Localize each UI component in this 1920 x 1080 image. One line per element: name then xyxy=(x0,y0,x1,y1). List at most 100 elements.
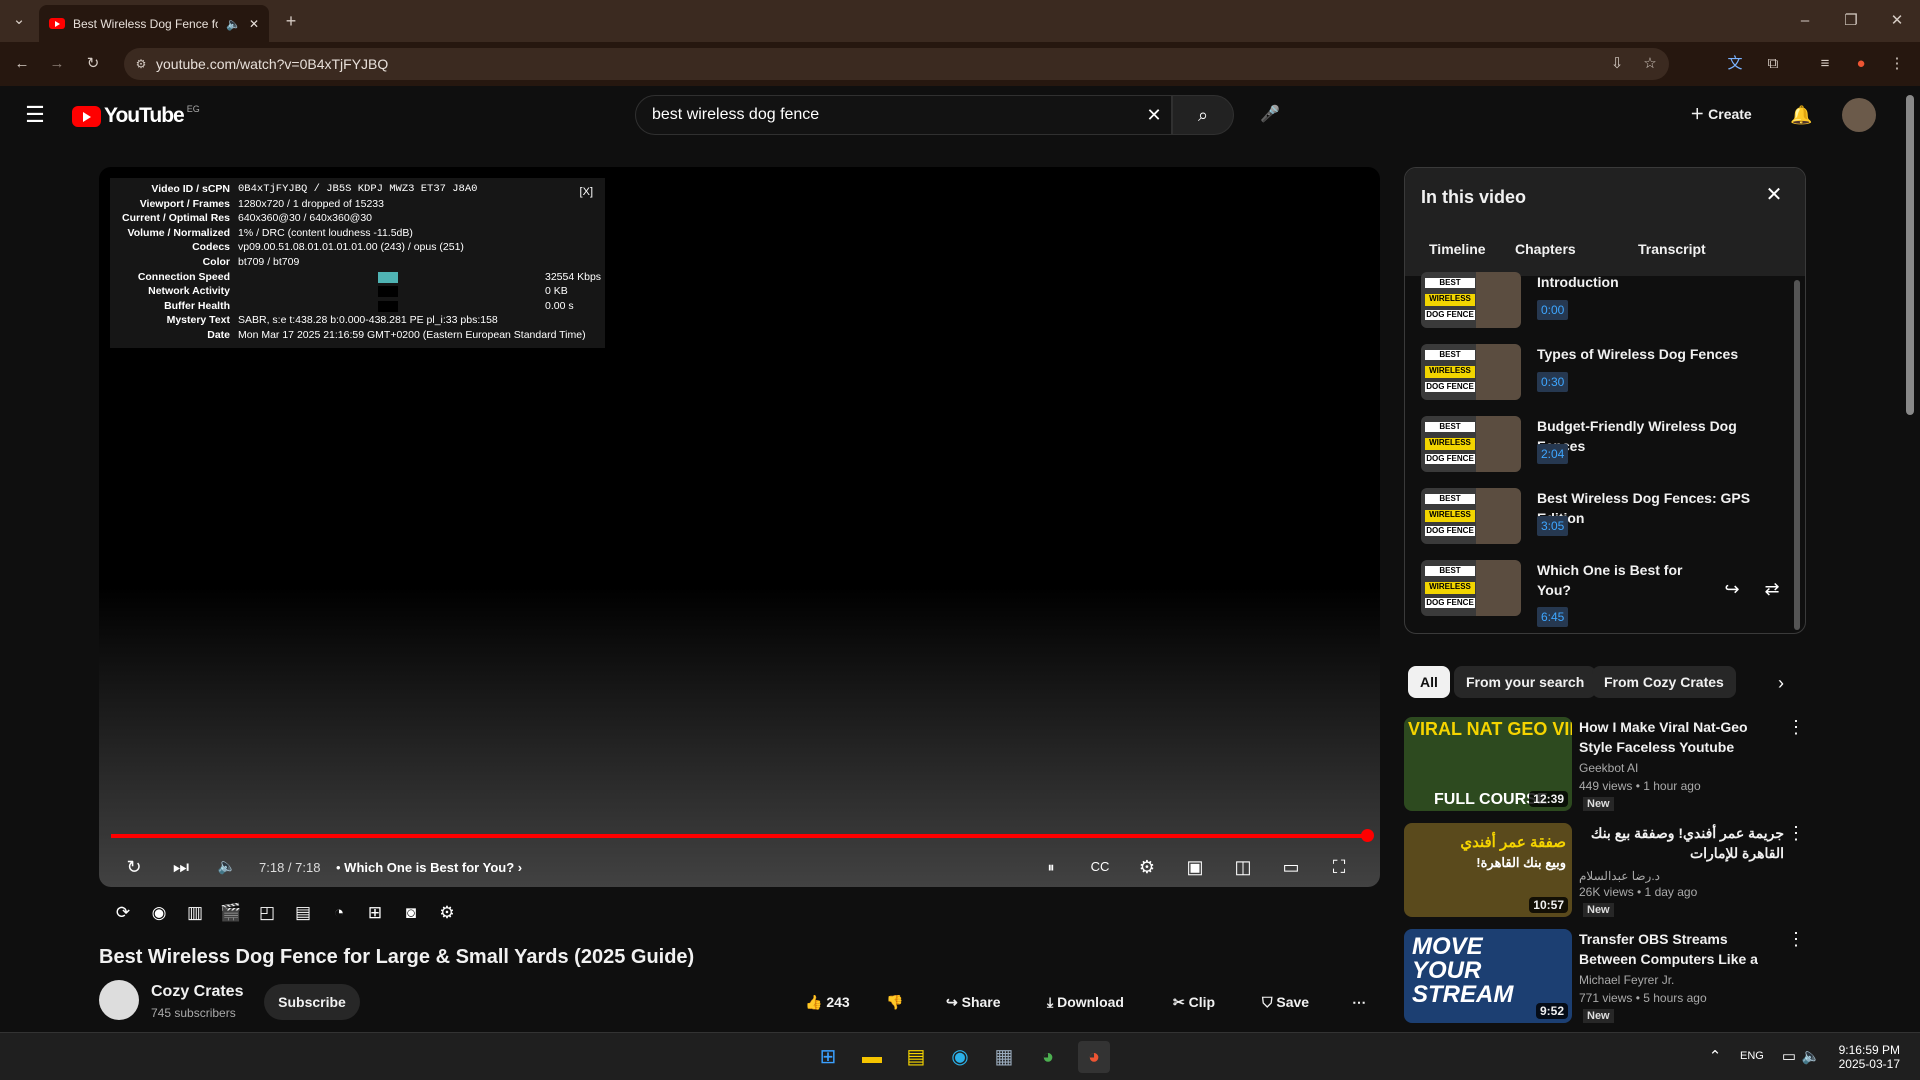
network-app-icon[interactable]: ▦ xyxy=(988,1041,1020,1073)
hide-ui-icon[interactable]: ▥ xyxy=(182,900,208,926)
captions-icon[interactable]: CC xyxy=(1084,851,1116,883)
network-icon[interactable]: ▭ xyxy=(1778,1046,1800,1068)
tab-chapters[interactable]: Chapters xyxy=(1515,241,1576,257)
video-channel[interactable]: Geekbot AI xyxy=(1579,761,1638,775)
address-bar[interactable]: ⚙ youtube.com/watch?v=0B4xTjFYJBQ ☆ ⇩ xyxy=(124,48,1669,80)
tab-search-icon[interactable]: ⌄ xyxy=(8,9,30,31)
chapter-item[interactable]: BEST WIRELESS DOG FENCE Budget-Friendly Wi… xyxy=(1421,416,1791,476)
hamburger-menu-icon[interactable]: ☰ xyxy=(24,104,46,126)
chrome-active-icon[interactable]: ◕ xyxy=(1078,1041,1110,1073)
file-explorer-icon[interactable]: ▬ xyxy=(856,1041,888,1073)
language-indicator[interactable]: ENG xyxy=(1740,1050,1764,1062)
scrubber-handle[interactable] xyxy=(1361,829,1374,842)
chapter-timestamp[interactable]: 6:45 xyxy=(1537,607,1569,627)
next-icon[interactable]: ⏭ xyxy=(165,851,197,883)
save-button[interactable]: ⛉ Save xyxy=(1262,984,1309,1020)
page-scrollbar[interactable] xyxy=(1906,95,1914,415)
notifications-bell-icon[interactable]: 🔔 xyxy=(1790,104,1812,126)
start-menu-icon[interactable]: ⊞ xyxy=(812,1041,844,1073)
more-options-icon[interactable]: ⋮ xyxy=(1787,929,1805,950)
bookmark-star-icon[interactable]: ☆ xyxy=(1639,53,1661,75)
autoplay-toggle-icon[interactable]: ⏸ xyxy=(1035,851,1067,883)
chapter-title-button[interactable]: • Which One is Best for You? › xyxy=(336,860,522,875)
screenshot-icon[interactable]: ◙ xyxy=(398,900,424,926)
video-player[interactable]: [X] Video ID / sCPN 0B4xTjFYJBQ / JB5S KD… xyxy=(99,167,1380,887)
video-channel[interactable]: د.رضا عبدالسلام xyxy=(1579,869,1660,883)
recommended-video[interactable]: صفقة عمر أفندي وبيع بنك القاهرة! 10:57 ج… xyxy=(1404,823,1834,923)
frame-icon[interactable]: ▤ xyxy=(290,900,316,926)
voice-search-icon[interactable]: 🎤 xyxy=(1250,95,1290,135)
close-tab-icon[interactable]: ✕ xyxy=(249,17,259,31)
audio-icon[interactable]: ◉ xyxy=(146,900,172,926)
add-icon[interactable]: ⊞ xyxy=(362,900,388,926)
loop-icon[interactable]: ⟳ xyxy=(110,900,136,926)
translate-icon[interactable]: 文 xyxy=(1724,53,1746,75)
video-channel[interactable]: Michael Feyrer Jr. xyxy=(1579,973,1674,987)
more-actions-icon[interactable]: ⋯ xyxy=(1352,984,1366,1020)
recommended-video[interactable]: VIRAL NAT GEO VIDEOS FULL COURSE 12:39 H… xyxy=(1404,717,1834,817)
chip-all[interactable]: All xyxy=(1408,666,1450,698)
tab-timeline[interactable]: Timeline xyxy=(1429,241,1486,257)
miniplayer-icon[interactable]: ▣ xyxy=(1179,851,1211,883)
theater-mode-icon[interactable]: ▭ xyxy=(1275,851,1307,883)
forward-icon[interactable]: → xyxy=(46,53,68,75)
panel-scrollbar[interactable] xyxy=(1794,280,1800,630)
chip-from-channel[interactable]: From Cozy Crates xyxy=(1592,666,1736,698)
close-stats-button[interactable]: [X] xyxy=(580,186,593,198)
tray-chevron-icon[interactable]: ⌃ xyxy=(1704,1046,1726,1068)
install-app-icon[interactable]: ⇩ xyxy=(1606,53,1628,75)
clip-button[interactable]: ✂ Clip xyxy=(1173,984,1215,1020)
chrome-icon[interactable]: ◕ xyxy=(1032,1041,1064,1073)
clear-search-icon[interactable]: ✕ xyxy=(1143,104,1165,126)
settings-gear-icon[interactable]: ⚙ xyxy=(1131,851,1163,883)
back-icon[interactable]: ← xyxy=(11,53,33,75)
chapter-timestamp[interactable]: 3:05 xyxy=(1537,516,1569,536)
subscribe-button[interactable]: Subscribe xyxy=(264,984,360,1020)
chapter-timestamp[interactable]: 0:00 xyxy=(1537,300,1569,320)
chapter-item-active[interactable]: BEST WIRELESS DOG FENCE Which One is Best … xyxy=(1421,560,1791,627)
restore-icon[interactable]: ❐ xyxy=(1840,10,1862,32)
more-options-icon[interactable]: ⋮ xyxy=(1787,717,1805,738)
progress-bar[interactable] xyxy=(111,829,1374,842)
chapter-item[interactable]: BEST WIRELESS DOG FENCE Introduction 0:00 xyxy=(1421,272,1791,332)
share-chapter-icon[interactable]: ↪ xyxy=(1721,578,1743,600)
tab-transcript[interactable]: Transcript xyxy=(1638,241,1706,257)
chapter-timestamp[interactable]: 2:04 xyxy=(1537,444,1569,464)
cinema-icon[interactable]: 🎬 xyxy=(218,900,244,926)
volume-tray-icon[interactable]: 🔈 xyxy=(1800,1046,1822,1068)
like-button[interactable]: 👍 243 xyxy=(805,984,850,1020)
extension-settings-icon[interactable]: ⚙ xyxy=(434,900,460,926)
media-control-icon[interactable]: ≡ xyxy=(1814,53,1836,75)
search-button[interactable]: ⌕ xyxy=(1172,95,1234,135)
speed-icon[interactable]: ◔ xyxy=(326,900,352,926)
fullscreen-icon[interactable]: ⛶ xyxy=(1323,851,1355,883)
extensions-icon[interactable]: ⧉ xyxy=(1762,53,1784,75)
channel-avatar[interactable] xyxy=(99,980,139,1020)
chapter-item[interactable]: BEST WIRELESS DOG FENCE Best Wireless Dog … xyxy=(1421,488,1791,548)
close-window-icon[interactable]: ✕ xyxy=(1886,10,1908,32)
edge-browser-icon[interactable]: ◉ xyxy=(944,1041,976,1073)
minimize-icon[interactable]: – xyxy=(1794,10,1816,32)
replay-icon[interactable]: ↻ xyxy=(118,851,150,883)
sticky-notes-icon[interactable]: ▤ xyxy=(900,1041,932,1073)
more-options-icon[interactable]: ⋮ xyxy=(1787,823,1805,844)
share-button[interactable]: ↪ Share xyxy=(946,984,1001,1020)
account-avatar[interactable] xyxy=(1842,98,1876,132)
search-input[interactable]: best wireless dog fence xyxy=(635,95,1172,135)
speaker-icon[interactable]: 🔈 xyxy=(226,17,241,31)
youtube-logo[interactable]: YouTube EG xyxy=(72,104,200,128)
new-tab-icon[interactable]: + xyxy=(280,10,302,32)
profile-icon[interactable]: ● xyxy=(1850,53,1872,75)
chip-from-your-search[interactable]: From your search xyxy=(1454,666,1597,698)
channel-name[interactable]: Cozy Crates xyxy=(151,983,243,1001)
browser-tab[interactable]: Best Wireless Dog Fence for 🔈 ✕ xyxy=(39,5,269,42)
repeat-chapter-icon[interactable]: ⇄ xyxy=(1761,578,1783,600)
create-button[interactable]: ＋ Create xyxy=(1676,96,1766,132)
chapter-timestamp[interactable]: 0:30 xyxy=(1537,372,1569,392)
chips-next-icon[interactable]: › xyxy=(1770,672,1792,694)
pip-icon[interactable]: ◫ xyxy=(1227,851,1259,883)
menu-icon[interactable]: ⋮ xyxy=(1886,53,1908,75)
system-clock[interactable]: 9:16:59 PM 2025-03-17 xyxy=(1839,1043,1900,1071)
reload-icon[interactable]: ↻ xyxy=(82,53,104,75)
dislike-button[interactable]: 👎 xyxy=(886,984,903,1020)
